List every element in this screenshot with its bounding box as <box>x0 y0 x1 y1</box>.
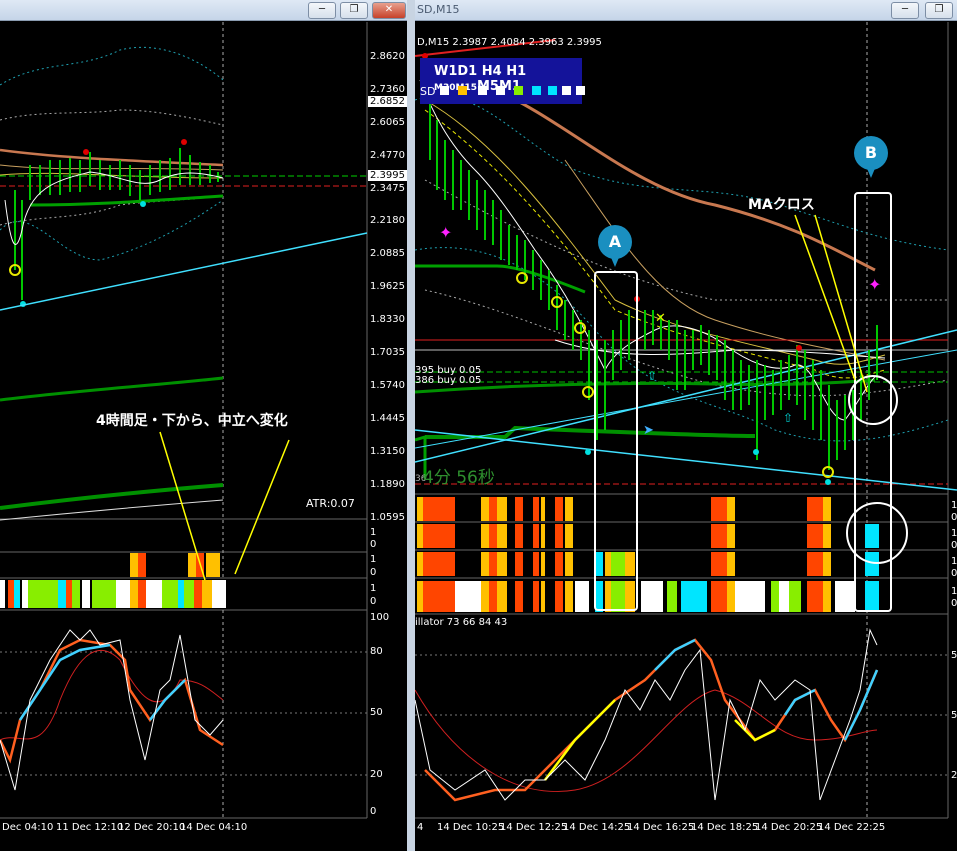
order-line-label: 386 buy 0.05 <box>415 375 482 386</box>
time-label: 14 Dec 10:25 <box>437 822 505 833</box>
right-chart-window: SD,M15 ─ ❐ ✦ ✦ ✕ ⇧ ⇧ ➤ D,M15 2.3987 2.40… <box>415 0 957 851</box>
marker-b: B <box>854 136 888 178</box>
osc-scale-tick: 50 <box>370 707 383 718</box>
left-chart-window: ─ ❐ ✕ 2.8620 2.7360 2.6852 2.6065 2.4770… <box>0 0 411 851</box>
price-tick: 1.9625 <box>370 281 405 292</box>
tf-status-square <box>478 86 487 95</box>
time-label: 14 Dec 12:25 <box>500 822 568 833</box>
bar-countdown: 4分 56秒 <box>423 468 495 488</box>
tf-status-square <box>440 86 449 95</box>
tf-h1[interactable]: H1 <box>506 64 526 79</box>
right-scale-tick: 1 <box>951 528 957 539</box>
price-tick: 1.8330 <box>370 314 405 325</box>
symbol-info-line: D,M15 2.3987 2.4084 2.3963 2.3995 <box>417 37 602 48</box>
tf-status-square <box>532 86 541 95</box>
right-scale-tick: 1 <box>951 586 957 597</box>
time-label: 14 Dec 20:25 <box>755 822 823 833</box>
marker-a: A <box>598 225 632 267</box>
tf-w1[interactable]: W1 <box>434 64 457 79</box>
sub-scale-tick: 1 <box>370 583 377 594</box>
osc-scale-tick: 80 <box>370 646 383 657</box>
price-tick: 1.3150 <box>370 446 405 457</box>
time-label: 14 Dec 14:25 <box>563 822 631 833</box>
atr-label: ATR:0.07 <box>306 497 355 510</box>
h4-annotation: 4時間足・下から、中立へ変化 <box>96 413 288 429</box>
sub-scale-tick: 0 <box>370 596 377 607</box>
price-tick: 2.7360 <box>370 84 405 95</box>
svg-text:⇧: ⇧ <box>647 369 657 383</box>
sub-scale-tick: 0 <box>370 539 377 550</box>
svg-text:✦: ✦ <box>868 275 881 294</box>
sub-scale-tick: 1 <box>370 554 377 565</box>
right-scale-tick: 0 <box>951 568 957 579</box>
timeframe-labels: W1D1 H4 H1 M30M15M5M1 <box>434 64 582 94</box>
price-tick: 2.3475 <box>370 183 405 194</box>
right-scale-tick: 1 <box>951 500 957 511</box>
price-tick: 2.4770 <box>370 150 405 161</box>
right-scale-tick: 0 <box>951 598 957 609</box>
ma-cross-label: MAクロス <box>748 197 815 213</box>
price-tick: 1.4445 <box>370 413 405 424</box>
price-tick: 2.6065 <box>370 117 405 128</box>
price-tick: 2.0885 <box>370 248 405 259</box>
svg-text:✕: ✕ <box>655 311 666 326</box>
window-divider <box>407 0 415 851</box>
time-label: 14 Dec 16:25 <box>627 822 695 833</box>
tf-h4[interactable]: H4 <box>482 64 502 79</box>
right-scale-tick: 0 <box>951 512 957 523</box>
tf-status-square <box>496 86 505 95</box>
right-scale-tick: 0 <box>951 540 957 551</box>
price-tick: 2.8620 <box>370 51 405 62</box>
osc-scale-tick: 2 <box>951 770 957 781</box>
svg-text:✦: ✦ <box>439 223 452 242</box>
marker-price-tag: 2.6852 <box>368 96 407 107</box>
osc-scale-tick: 0 <box>370 806 377 817</box>
tf-status-square <box>458 86 467 95</box>
price-tick: 1.7035 <box>370 347 405 358</box>
sub-scale-tick: 1 <box>370 527 377 538</box>
tf-status-square <box>576 86 585 95</box>
timeframe-panel: W1D1 H4 H1 M30M15M5M1 SD <box>420 58 585 104</box>
price-tick: 1.1890 <box>370 479 405 490</box>
osc-scale-tick: 5 <box>951 650 957 661</box>
marker-b-label: B <box>864 143 878 162</box>
osc-scale-tick: 5 <box>951 710 957 721</box>
tf-status-square <box>562 86 571 95</box>
current-price-tag: 2.3995 <box>368 170 407 181</box>
svg-text:➤: ➤ <box>643 423 654 438</box>
tf-symbol: SD <box>420 85 436 98</box>
price-tick: 1.0595 <box>370 512 405 523</box>
oscillator-title: illator 73 66 84 43 <box>415 617 508 628</box>
sub-scale-tick: 0 <box>370 567 377 578</box>
osc-scale-tick: 100 <box>370 612 390 623</box>
right-main-chart[interactable]: ✦ ✦ ✕ ⇧ ⇧ ➤ <box>415 0 957 851</box>
tf-d1[interactable]: D1 <box>457 64 477 79</box>
right-scale-tick: 1 <box>951 556 957 567</box>
time-label: 12 Dec 20:10 <box>118 822 186 833</box>
price-tick: 2.2180 <box>370 215 405 226</box>
tf-status-square <box>548 86 557 95</box>
tf-status-square <box>514 86 523 95</box>
time-label: 4 <box>417 822 424 833</box>
time-label: 11 Dec 12:10 <box>56 822 124 833</box>
marker-a-label: A <box>608 232 622 251</box>
time-label: 14 Dec 04:10 <box>180 822 248 833</box>
time-label: 14 Dec 22:25 <box>818 822 886 833</box>
price-tick: 1.5740 <box>370 380 405 391</box>
svg-text:⇧: ⇧ <box>783 411 793 425</box>
osc-scale-tick: 20 <box>370 769 383 780</box>
time-label: Dec 04:10 <box>2 822 54 833</box>
time-label: 14 Dec 18:25 <box>691 822 759 833</box>
